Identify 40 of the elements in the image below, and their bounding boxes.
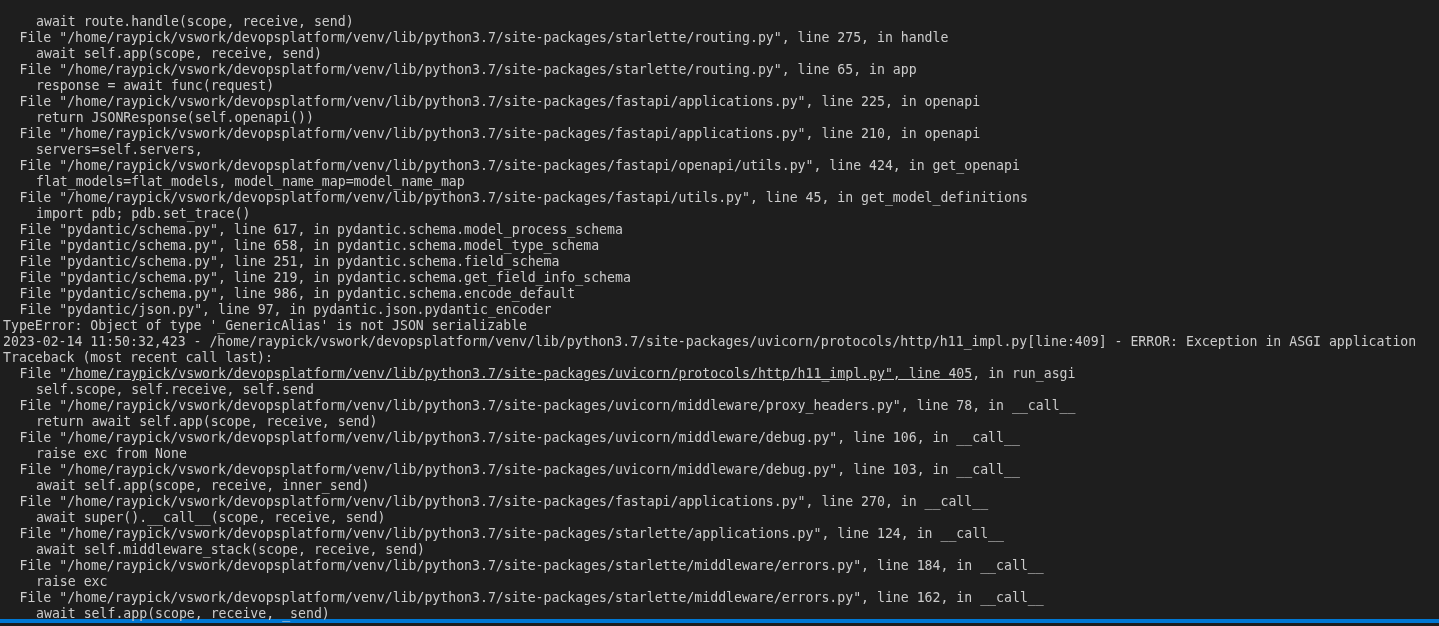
- code-line: return await self.app(scope, receive, send): [36, 414, 378, 429]
- code-line: await super().__call__(scope, receive, send): [36, 510, 386, 525]
- traceback-line: File "/home/raypick/vswork/devopsplatform/venv/lib/python3.7/site-packages/starlette/routing.py", line 275, in handle: [19, 30, 949, 45]
- traceback-line: File "/home/raypick/vswork/devopsplatform/venv/lib/python3.7/site-packages/starlette/routing.py", line 65, in app: [19, 62, 917, 77]
- traceback-line: File "pydantic/schema.py", line 219, in pydantic.schema.get_field_info_schema: [19, 270, 631, 285]
- traceback-line: File "/home/raypick/vswork/devopsplatform/venv/lib/python3.7/site-packages/starlette/applications.py", line 124, in __call__: [19, 526, 1004, 541]
- code-line: response = await func(request): [36, 78, 275, 93]
- code-line: self.scope, self.receive, self.send: [36, 382, 314, 397]
- code-line: await self.app(scope, receive, _send): [36, 606, 330, 621]
- code-line: await self.middleware_stack(scope, receive, send): [36, 542, 426, 557]
- traceback-line: File "/home/raypick/vswork/devopsplatform/venv/lib/python3.7/site-packages/uvicorn/middleware/debug.py", line 106, in __call__: [19, 430, 1020, 445]
- code-line: return JSONResponse(self.openapi()): [36, 110, 314, 125]
- traceback-line: File "/home/raypick/vswork/devopsplatform/venv/lib/python3.7/site-packages/fastapi/applications.py", line 270, in __call__: [19, 494, 989, 509]
- traceback-line: File "/home/raypick/vswork/devopsplatform/venv/lib/python3.7/site-packages/uvicorn/middleware/proxy_headers.py", line 78, in __call__: [19, 398, 1076, 413]
- code-line: await self.app(scope, receive, inner_send): [36, 478, 370, 493]
- code-line: flat_models=flat_models, model_name_map=model_name_map: [36, 174, 465, 189]
- traceback-text: , in run_asgi: [972, 366, 1076, 381]
- code-line: raise exc: [36, 574, 108, 589]
- traceback-line: File "/home/raypick/vswork/devopsplatform/venv/lib/python3.7/site-packages/starlette/middleware/errors.py", line 162, in __call__: [19, 590, 1044, 605]
- traceback-line: File "pydantic/schema.py", line 251, in pydantic.schema.field_schema: [19, 254, 560, 269]
- traceback-line: File "/home/raypick/vswork/devopsplatform/venv/lib/python3.7/site-packages/starlette/middleware/errors.py", line 184, in __call__: [19, 558, 1044, 573]
- traceback-text: File ": [19, 366, 68, 381]
- traceback-line: File "/home/raypick/vswork/devopsplatform/venv/lib/python3.7/site-packages/uvicorn/middleware/debug.py", line 103, in __call__: [19, 462, 1020, 477]
- log-line: Traceback (most recent call last):: [3, 350, 273, 365]
- traceback-line: File "/home/raypick/vswork/devopsplatform/venv/lib/python3.7/site-packages/fastapi/applications.py", line 225, in openapi: [19, 94, 981, 109]
- traceback-line: File "/home/raypick/vswork/devopsplatform/venv/lib/python3.7/site-packages/fastapi/applications.py", line 210, in openapi: [19, 126, 981, 141]
- log-line: TypeError: Object of type '_GenericAlias' is not JSON serializable: [3, 318, 527, 333]
- code-line: import pdb; pdb.set_trace(): [36, 206, 251, 221]
- code-line: await route.handle(scope, receive, send): [36, 14, 354, 29]
- file-link[interactable]: /home/raypick/vswork/devopsplatform/venv/lib/python3.7/site-packages/uvicorn/protocols/http/h11_impl.py", line 405: [67, 366, 973, 381]
- traceback-line: File "pydantic/json.py", line 97, in pydantic.json.pydantic_encoder: [19, 302, 552, 317]
- code-line: servers=self.servers,: [36, 142, 203, 157]
- traceback-line: File "pydantic/schema.py", line 658, in pydantic.schema.model_type_schema: [19, 238, 600, 253]
- traceback-line: File "/home/raypick/vswork/devopsplatform/venv/lib/python3.7/site-packages/fastapi/openapi/utils.py", line 424, in get_openapi: [19, 158, 1020, 173]
- code-line: await self.app(scope, receive, send): [36, 46, 322, 61]
- code-line: raise exc from None: [36, 446, 187, 461]
- traceback-line: File "/home/raypick/vswork/devopsplatform/venv/lib/python3.7/site-packages/fastapi/utils.py", line 45, in get_model_definitions: [19, 190, 1028, 205]
- traceback-line: File "pydantic/schema.py", line 986, in pydantic.schema.encode_default: [19, 286, 576, 301]
- log-line: 2023-02-14 11:50:32,423 - /home/raypick/vswork/devopsplatform/venv/lib/python3.7/site-packages/uvicorn/protocols/http/h11_impl.py[line:409] - ERROR: Exception in ASGI application: [3, 334, 1417, 349]
- traceback-line: File "pydantic/schema.py", line 617, in pydantic.schema.model_process_schema: [19, 222, 623, 237]
